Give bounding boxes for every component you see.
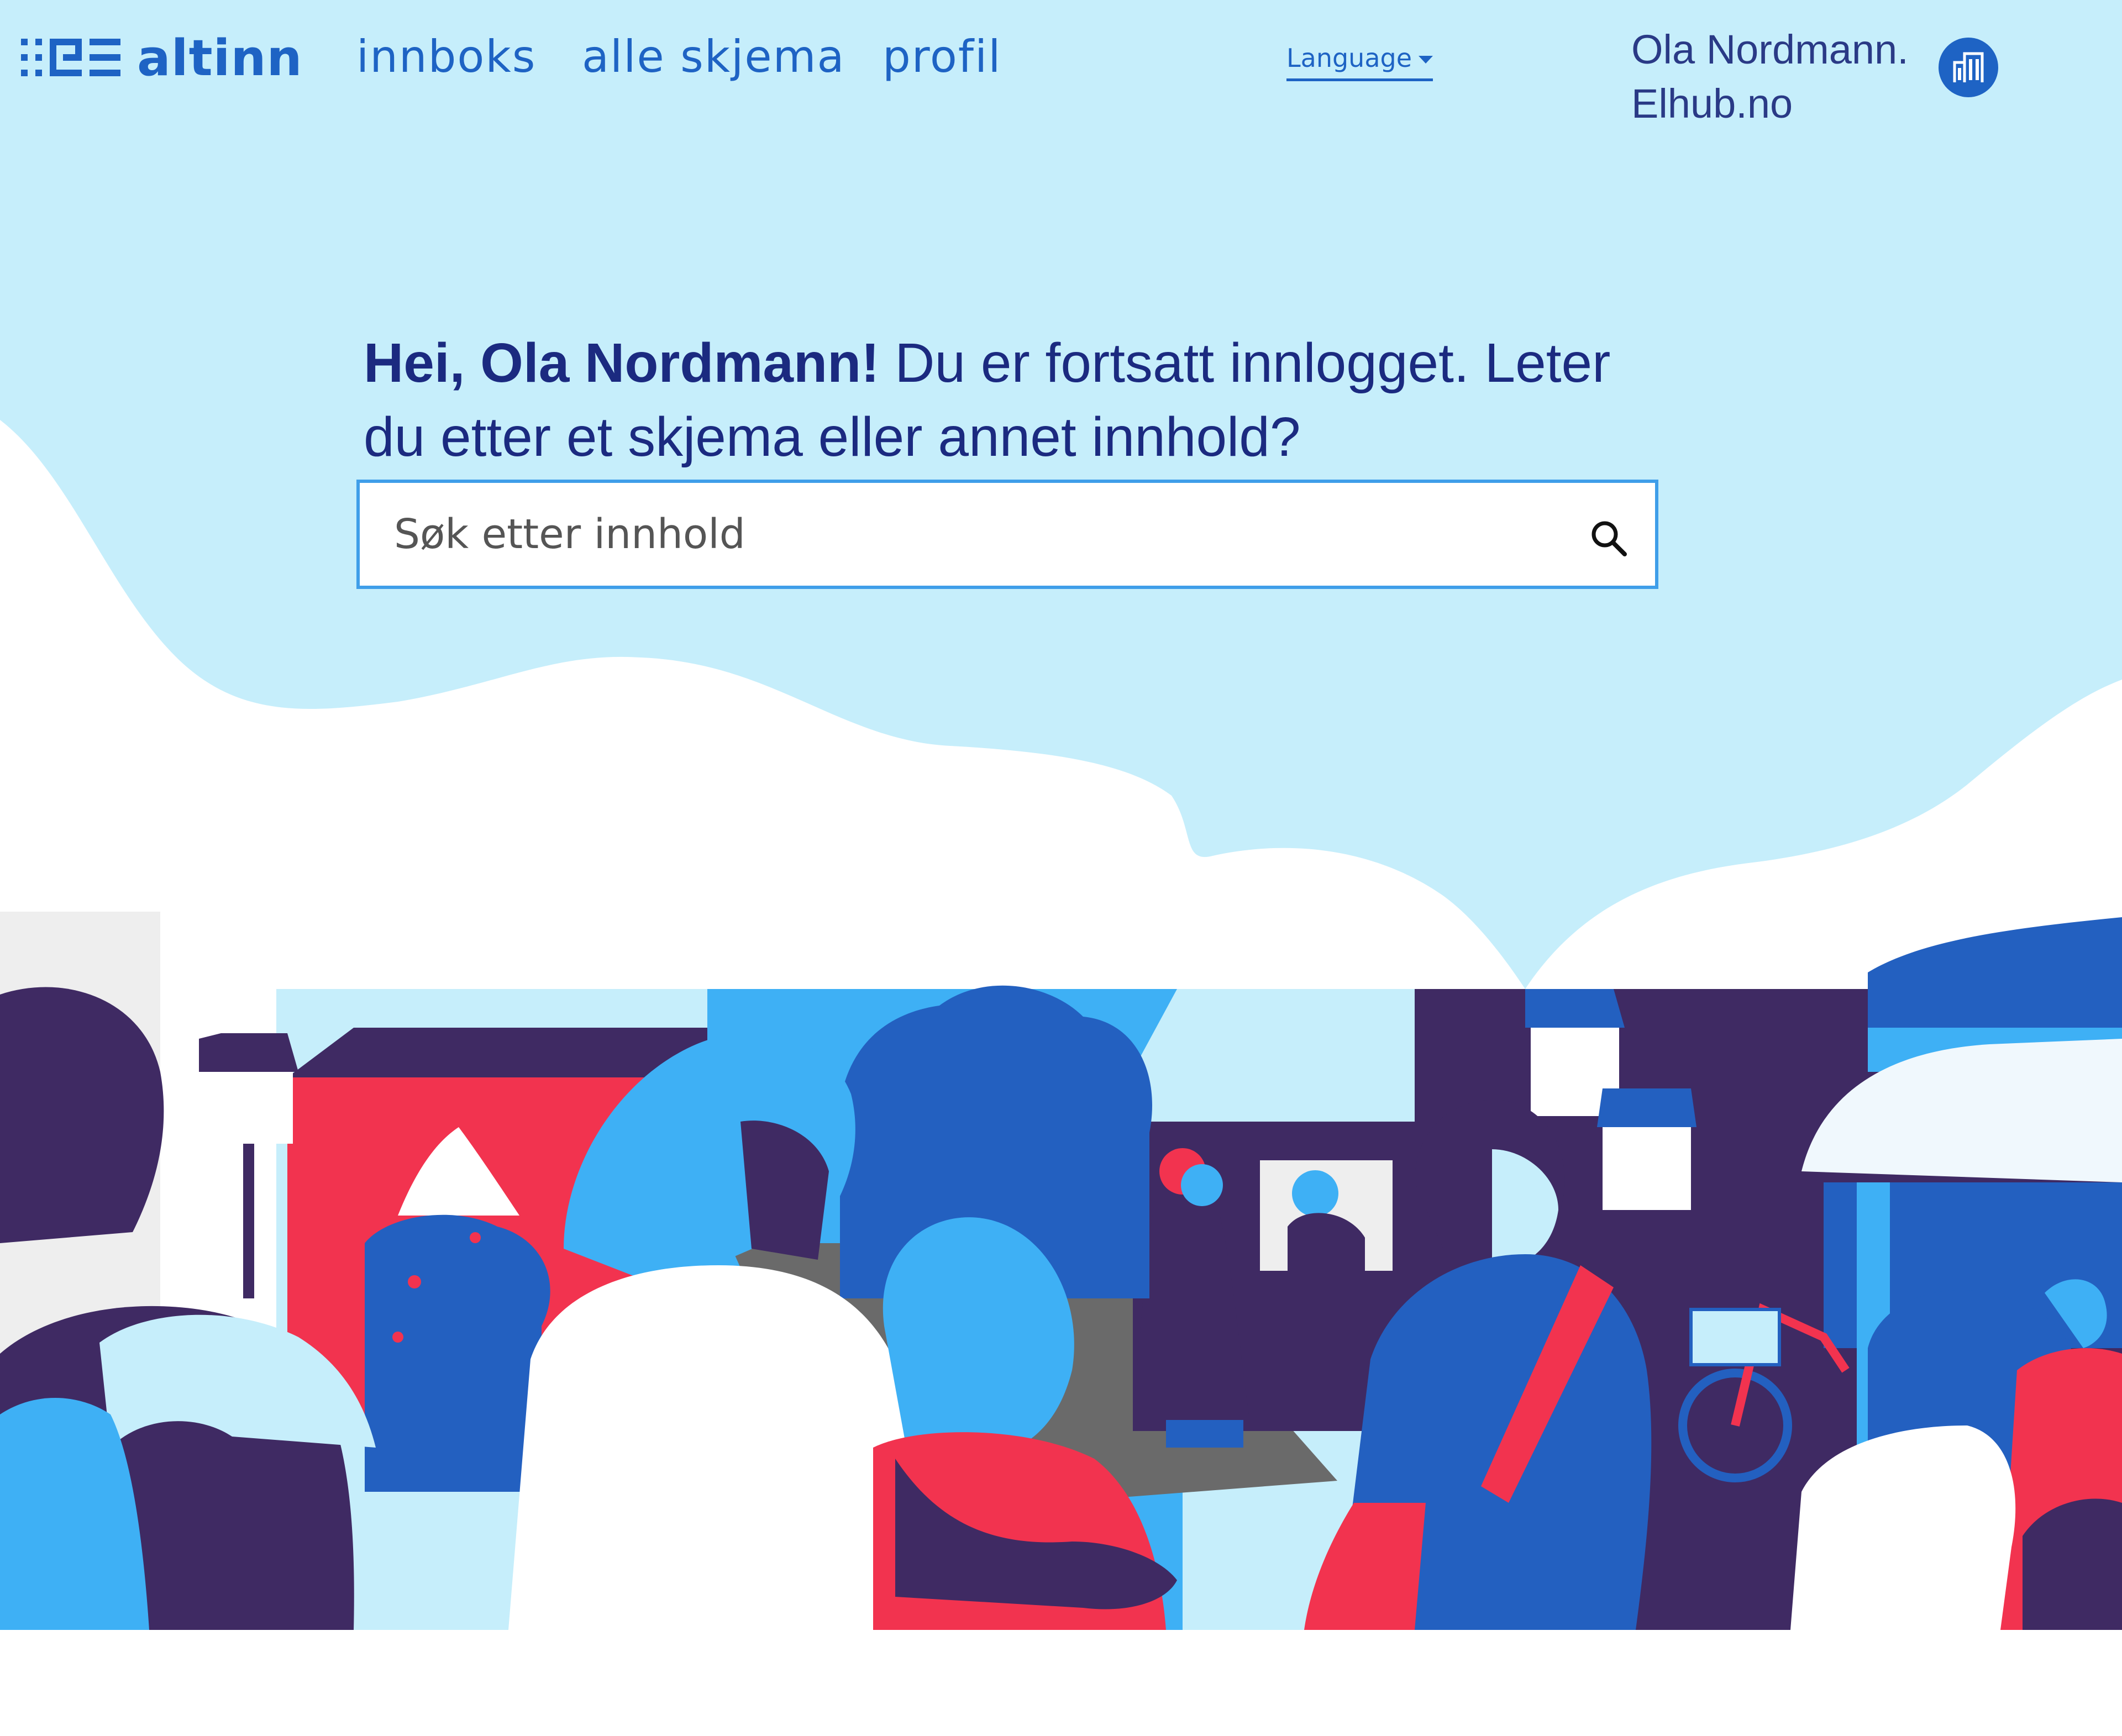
organization-avatar[interactable] — [1939, 38, 1998, 97]
nav-innboks[interactable]: innboks — [356, 27, 536, 87]
user-organization: Elhub.no — [1631, 81, 1793, 127]
altinn-logo[interactable]: altinn — [21, 29, 303, 87]
caret-down-icon — [1419, 56, 1433, 64]
hero-illustration — [0, 0, 2122, 1736]
search-button[interactable] — [1587, 516, 1631, 560]
building-icon — [1953, 52, 1984, 82]
greeting-bold: Hei, Ola Nordmann! — [364, 332, 880, 394]
search-icon — [1592, 521, 1627, 556]
search-box — [356, 480, 1658, 589]
nav-alle-skjema[interactable]: alle skjema — [582, 27, 845, 87]
language-label: Language — [1286, 43, 1412, 73]
user-name: Ola Nordmann. — [1631, 27, 1909, 72]
language-dropdown[interactable]: Language — [1286, 43, 1433, 81]
logo-text: altinn — [137, 29, 303, 87]
altinn-logo-mark-icon — [21, 39, 120, 76]
greeting-heading: Hei, Ola Nordmann! Du er fortsatt innlog… — [364, 326, 1657, 474]
search-input[interactable] — [360, 483, 1564, 586]
nav-profil[interactable]: profil — [883, 27, 1001, 87]
